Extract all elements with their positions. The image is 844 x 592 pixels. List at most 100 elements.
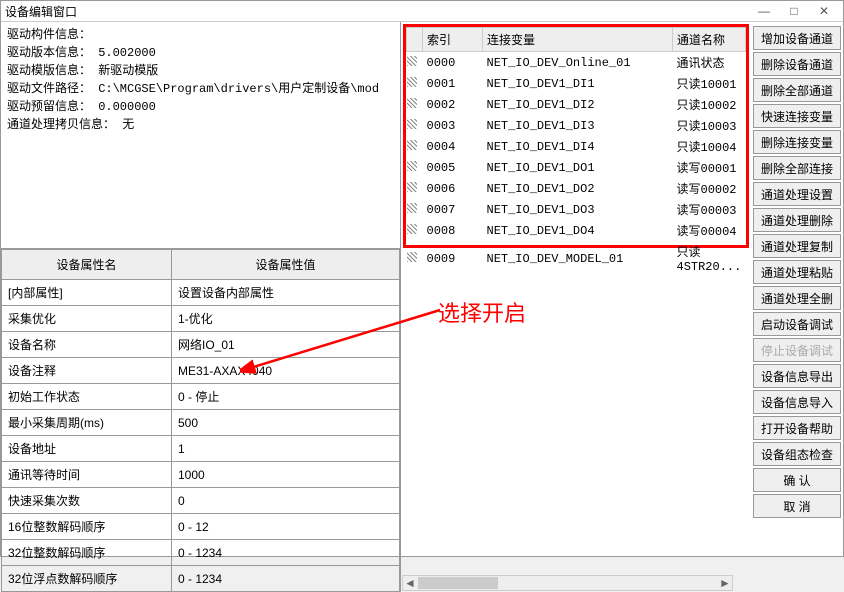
info-export-button[interactable]: 设备信息导出 xyxy=(753,364,841,388)
add-channel-button[interactable]: 增加设备通道 xyxy=(753,26,841,50)
property-row[interactable]: 快速采集次数0 xyxy=(2,488,400,514)
row-handle-icon xyxy=(407,241,423,276)
del-all-link-button[interactable]: 删除全部连接 xyxy=(753,156,841,180)
prop-value[interactable]: 1000 xyxy=(172,462,400,488)
channel-row[interactable]: 0005NET_IO_DEV1_DO1读写00001 xyxy=(407,157,746,178)
channel-row[interactable]: 0007NET_IO_DEV1_DO3读写00003 xyxy=(407,199,746,220)
prop-col-value: 设备属性值 xyxy=(172,250,400,280)
channel-var: NET_IO_DEV1_DO3 xyxy=(483,199,673,220)
property-row[interactable]: 设备地址1 xyxy=(2,436,400,462)
property-row[interactable]: 最小采集周期(ms)500 xyxy=(2,410,400,436)
open-help-button[interactable]: 打开设备帮助 xyxy=(753,416,841,440)
prop-value[interactable]: ME31-AXAX4040 xyxy=(172,358,400,384)
channel-row[interactable]: 0004NET_IO_DEV1_DI4只读10004 xyxy=(407,136,746,157)
channel-idx: 0002 xyxy=(423,94,483,115)
proc-copy-button[interactable]: 通道处理复制 xyxy=(753,234,841,258)
prop-name: 初始工作状态 xyxy=(2,384,172,410)
row-handle-icon xyxy=(407,94,423,115)
prop-name: 32位整数解码顺序 xyxy=(2,540,172,566)
row-handle-icon xyxy=(407,199,423,220)
prop-value[interactable]: 0 - 停止 xyxy=(172,384,400,410)
proc-set-button[interactable]: 通道处理设置 xyxy=(753,182,841,206)
horizontal-scrollbar[interactable]: ◄ ► xyxy=(402,575,733,591)
del-channel-button[interactable]: 删除设备通道 xyxy=(753,52,841,76)
prop-value[interactable]: 设置设备内部属性 xyxy=(172,280,400,306)
minimize-button[interactable]: — xyxy=(749,1,779,21)
prop-value[interactable]: 500 xyxy=(172,410,400,436)
channel-idx: 0004 xyxy=(423,136,483,157)
channel-row[interactable]: 0008NET_IO_DEV1_DO4读写00004 xyxy=(407,220,746,241)
titlebar: 设备编辑窗口 — □ ✕ xyxy=(1,1,843,22)
property-row[interactable]: 采集优化1-优化 xyxy=(2,306,400,332)
channel-row[interactable]: 0001NET_IO_DEV1_DI1只读10001 xyxy=(407,73,746,94)
channel-name: 只读10001 xyxy=(673,73,746,94)
prop-value[interactable]: 网络IO_01 xyxy=(172,332,400,358)
window-title: 设备编辑窗口 xyxy=(5,3,749,20)
prop-col-name: 设备属性名 xyxy=(2,250,172,280)
channel-col-idx: 索引 xyxy=(423,28,483,52)
property-row[interactable]: 32位浮点数解码顺序0 - 1234 xyxy=(2,566,400,592)
channel-var: NET_IO_DEV1_DO4 xyxy=(483,220,673,241)
channel-name: 只读10004 xyxy=(673,136,746,157)
driver-info-box: 驱动构件信息： 驱动版本信息： 5.002000 驱动模版信息： 新驱动模版 驱… xyxy=(1,22,400,248)
close-button[interactable]: ✕ xyxy=(809,1,839,21)
channel-name: 只读10002 xyxy=(673,94,746,115)
property-row[interactable]: 16位整数解码顺序0 - 12 xyxy=(2,514,400,540)
channel-idx: 0000 xyxy=(423,52,483,74)
del-link-var-button[interactable]: 删除连接变量 xyxy=(753,130,841,154)
proc-paste-button[interactable]: 通道处理粘贴 xyxy=(753,260,841,284)
info-import-button[interactable]: 设备信息导入 xyxy=(753,390,841,414)
channel-name: 读写00002 xyxy=(673,178,746,199)
config-check-button[interactable]: 设备组态检查 xyxy=(753,442,841,466)
proc-clear-button[interactable]: 通道处理全删 xyxy=(753,286,841,310)
row-handle-icon xyxy=(407,157,423,178)
fast-link-var-button[interactable]: 快速连接变量 xyxy=(753,104,841,128)
prop-name: 设备注释 xyxy=(2,358,172,384)
prop-value[interactable]: 0 - 12 xyxy=(172,514,400,540)
channel-idx: 0008 xyxy=(423,220,483,241)
prop-name: 采集优化 xyxy=(2,306,172,332)
channel-row[interactable]: 0003NET_IO_DEV1_DI3只读10003 xyxy=(407,115,746,136)
cancel-button[interactable]: 取 消 xyxy=(753,494,841,518)
channel-var: NET_IO_DEV1_DO1 xyxy=(483,157,673,178)
prop-value[interactable]: 1-优化 xyxy=(172,306,400,332)
prop-name: [内部属性] xyxy=(2,280,172,306)
property-row[interactable]: 设备注释ME31-AXAX4040 xyxy=(2,358,400,384)
prop-value[interactable]: 0 xyxy=(172,488,400,514)
property-row[interactable]: 设备名称网络IO_01 xyxy=(2,332,400,358)
channel-var: NET_IO_DEV1_DO2 xyxy=(483,178,673,199)
prop-value[interactable]: 0 - 1234 xyxy=(172,540,400,566)
proc-del-button[interactable]: 通道处理删除 xyxy=(753,208,841,232)
maximize-button[interactable]: □ xyxy=(779,1,809,21)
property-row[interactable]: 初始工作状态0 - 停止 xyxy=(2,384,400,410)
channel-var: NET_IO_DEV1_DI3 xyxy=(483,115,673,136)
prop-value[interactable]: 0 - 1234 xyxy=(172,566,400,592)
channel-row[interactable]: 0009NET_IO_DEV_MODEL_01只读4STR20... xyxy=(407,241,746,276)
prop-name: 32位浮点数解码顺序 xyxy=(2,566,172,592)
channel-name: 读写00004 xyxy=(673,220,746,241)
start-debug-button[interactable]: 启动设备调试 xyxy=(753,312,841,336)
channel-var: NET_IO_DEV_MODEL_01 xyxy=(483,241,673,276)
row-handle-icon xyxy=(407,220,423,241)
property-row[interactable]: 32位整数解码顺序0 - 1234 xyxy=(2,540,400,566)
channel-row[interactable]: 0006NET_IO_DEV1_DO2读写00002 xyxy=(407,178,746,199)
channel-var: NET_IO_DEV1_DI4 xyxy=(483,136,673,157)
del-all-channel-button[interactable]: 删除全部通道 xyxy=(753,78,841,102)
stop-debug-button: 停止设备调试 xyxy=(753,338,841,362)
channel-row[interactable]: 0002NET_IO_DEV1_DI2只读10002 xyxy=(407,94,746,115)
channel-idx: 0009 xyxy=(423,241,483,276)
channel-idx: 0007 xyxy=(423,199,483,220)
channel-name: 读写00003 xyxy=(673,199,746,220)
row-handle-icon xyxy=(407,52,423,74)
channel-var: NET_IO_DEV_Online_01 xyxy=(483,52,673,74)
property-row[interactable]: [内部属性]设置设备内部属性 xyxy=(2,280,400,306)
prop-name: 快速采集次数 xyxy=(2,488,172,514)
property-row[interactable]: 通讯等待时间1000 xyxy=(2,462,400,488)
channel-idx: 0005 xyxy=(423,157,483,178)
channel-grid[interactable]: 索引 连接变量 通道名称 0000NET_IO_DEV_Online_01通讯状… xyxy=(403,24,749,248)
confirm-button[interactable]: 确 认 xyxy=(753,468,841,492)
prop-name: 通讯等待时间 xyxy=(2,462,172,488)
prop-value[interactable]: 1 xyxy=(172,436,400,462)
channel-row[interactable]: 0000NET_IO_DEV_Online_01通讯状态 xyxy=(407,52,746,74)
property-grid[interactable]: 设备属性名 设备属性值 [内部属性]设置设备内部属性采集优化1-优化设备名称网络… xyxy=(1,248,400,592)
